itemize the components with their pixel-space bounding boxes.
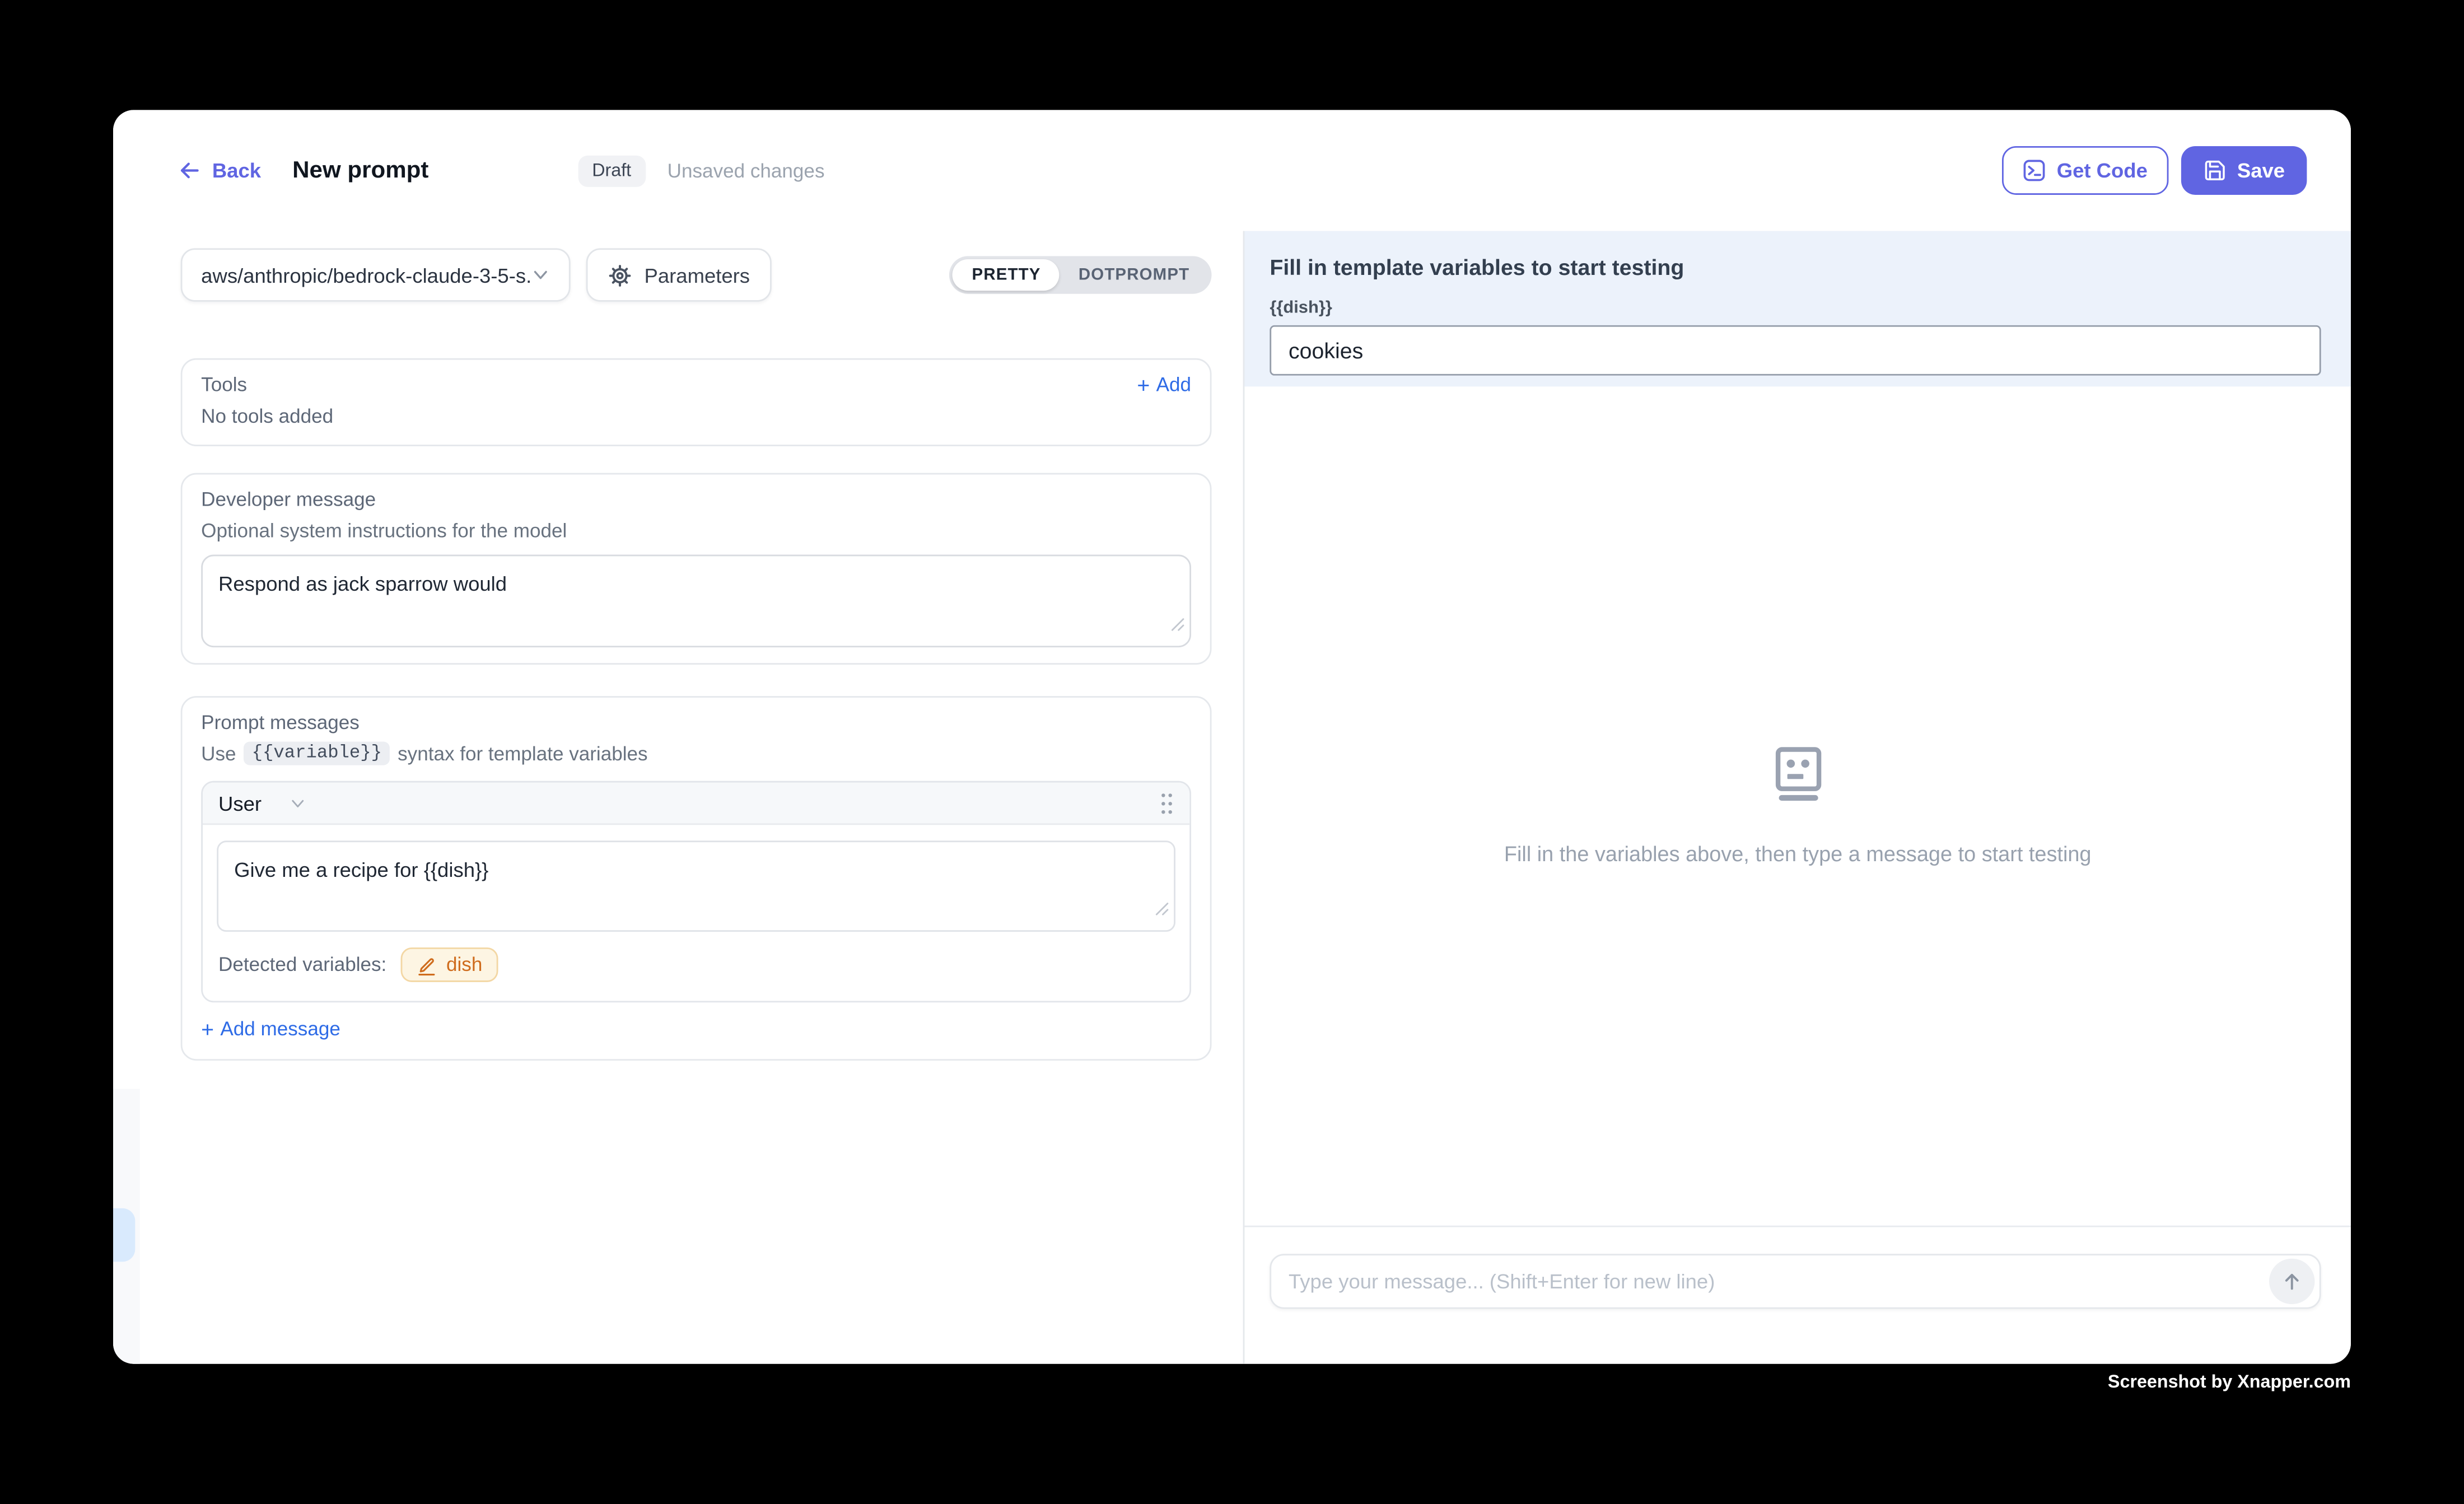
resize-handle-icon[interactable]: [1155, 895, 1169, 924]
subtitle-prefix: Use: [201, 742, 236, 764]
back-arrow-icon: [178, 158, 201, 182]
developer-message-subtitle: Optional system instructions for the mod…: [201, 520, 1191, 542]
tools-title: Tools: [201, 374, 247, 396]
save-icon: [2202, 158, 2226, 182]
watermark-text: Screenshot by Xnapper.com: [2108, 1374, 2351, 1393]
parameters-label: Parameters: [645, 263, 750, 287]
status-badge: Draft: [578, 155, 645, 186]
save-label: Save: [2237, 158, 2285, 182]
role-selector[interactable]: User: [218, 791, 307, 815]
toggle-dotprompt[interactable]: DOTPROMPT: [1060, 259, 1208, 291]
back-button[interactable]: Back: [178, 158, 261, 182]
prompt-messages-card: Prompt messages Use {{variable}} syntax …: [181, 696, 1212, 1061]
variables-panel-title: Fill in template variables to start test…: [1270, 255, 2321, 280]
resize-handle-icon[interactable]: [1171, 611, 1185, 640]
variable-value-input[interactable]: [1270, 325, 2321, 376]
prompt-messages-subtitle: Use {{variable}} syntax for template var…: [201, 741, 1191, 765]
variable-chip-dish[interactable]: dish: [401, 947, 498, 982]
back-label: Back: [212, 158, 261, 182]
drag-handle-icon[interactable]: [1160, 791, 1174, 815]
clipped-sidebar-active-item[interactable]: [113, 1208, 135, 1262]
robot-face-icon: [1768, 746, 1827, 801]
message-header: User: [203, 782, 1189, 825]
add-tool-button[interactable]: + Add: [1137, 374, 1191, 396]
get-code-button[interactable]: Get Code: [2002, 146, 2168, 195]
main-area: aws/anthropic/bedrock-claude-3-5-s...: [113, 231, 2351, 1363]
developer-message-card: Developer message Optional system instru…: [181, 473, 1212, 665]
prompt-messages-title: Prompt messages: [201, 712, 1191, 734]
editor-panel: aws/anthropic/bedrock-claude-3-5-s...: [113, 231, 1244, 1363]
chevron-down-icon: [531, 265, 550, 284]
arrow-up-icon: [2281, 1271, 2302, 1291]
unsaved-changes-text: Unsaved changes: [668, 160, 825, 181]
chat-input-container: [1270, 1254, 2321, 1309]
chat-input-bar: [1244, 1226, 2351, 1364]
chat-empty-area: Fill in the variables above, then type a…: [1244, 386, 2351, 1225]
model-row: aws/anthropic/bedrock-claude-3-5-s...: [181, 248, 1212, 301]
tools-card: Tools + Add No tools added: [181, 358, 1212, 446]
message-body: Give me a recipe for {{dish}} Detected v…: [203, 825, 1189, 982]
detected-variables-row: Detected variables: dish: [217, 947, 1175, 982]
header-actions: Get Code Save: [2002, 146, 2307, 195]
variable-chip-label: dish: [446, 954, 482, 975]
parameters-button[interactable]: Parameters: [586, 248, 772, 301]
toggle-pretty[interactable]: PRETTY: [953, 259, 1060, 291]
empty-state-text: Fill in the variables above, then type a…: [1504, 842, 2092, 866]
header: Back New prompt Draft Unsaved changes Ge…: [113, 110, 2351, 231]
page-title: New prompt: [292, 157, 428, 184]
gear-icon: [608, 263, 632, 287]
developer-message-title: Developer message: [201, 489, 1191, 511]
template-variables-panel: Fill in template variables to start test…: [1244, 231, 2351, 386]
model-selector-value: aws/anthropic/bedrock-claude-3-5-s...: [201, 263, 531, 287]
message-block: User: [201, 781, 1191, 1003]
terminal-icon: [2022, 158, 2046, 182]
model-selector[interactable]: aws/anthropic/bedrock-claude-3-5-s...: [181, 248, 571, 301]
send-button[interactable]: [2269, 1259, 2314, 1304]
pencil-icon: [417, 955, 437, 975]
chat-message-input[interactable]: [1289, 1269, 2269, 1293]
prompt-editor-window: Back New prompt Draft Unsaved changes Ge…: [113, 110, 2351, 1363]
detected-variables-label: Detected variables:: [218, 954, 386, 975]
plus-icon: +: [201, 1018, 214, 1040]
plus-icon: +: [1137, 374, 1150, 396]
add-tool-label: Add: [1156, 374, 1191, 396]
message-textarea[interactable]: Give me a recipe for {{dish}}: [217, 840, 1175, 932]
get-code-label: Get Code: [2057, 158, 2148, 182]
subtitle-suffix: syntax for template variables: [398, 742, 647, 764]
variable-name-label: {{dish}}: [1270, 298, 2321, 317]
test-panel: Fill in template variables to start test…: [1244, 231, 2351, 1363]
developer-message-textarea[interactable]: Respond as jack sparrow would: [201, 555, 1191, 648]
tools-empty-text: No tools added: [201, 405, 1191, 427]
screenshot-stage: Back New prompt Draft Unsaved changes Ge…: [0, 0, 2464, 1503]
add-message-button[interactable]: + Add message: [201, 1018, 1191, 1040]
view-toggle: PRETTY DOTPROMPT: [950, 256, 1211, 293]
variable-syntax-chip: {{variable}}: [244, 741, 390, 765]
add-message-label: Add message: [220, 1018, 340, 1040]
save-button[interactable]: Save: [2181, 146, 2307, 195]
chevron-down-icon: [290, 794, 307, 811]
role-label: User: [218, 791, 262, 815]
